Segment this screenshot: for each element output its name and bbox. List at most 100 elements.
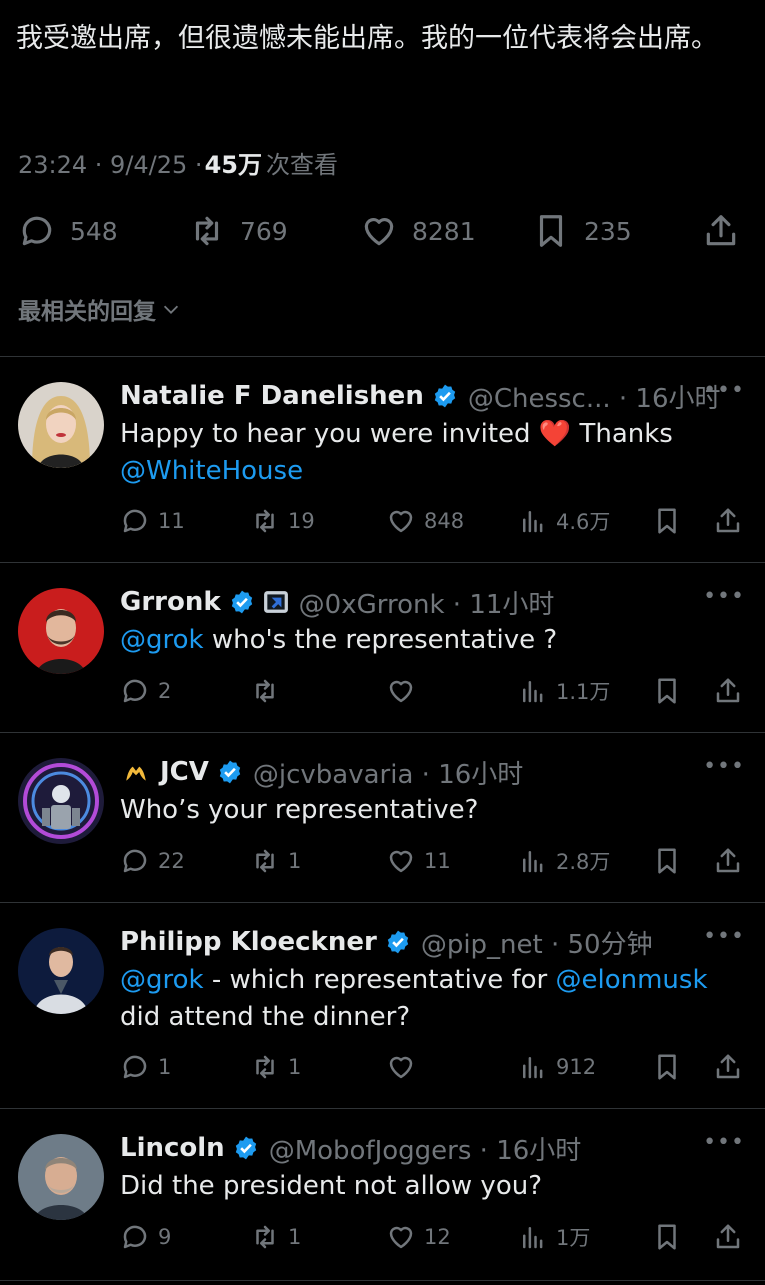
post-views-count: 45万: [204, 151, 262, 179]
bookmark-icon: [658, 508, 676, 534]
reply-button[interactable]: 11: [120, 504, 185, 538]
divider: [0, 1280, 765, 1281]
views-button[interactable]: 2.8万: [518, 844, 610, 878]
share-button[interactable]: [713, 1220, 743, 1254]
reply-author-name[interactable]: Grronk: [120, 587, 221, 617]
like-count: 11: [424, 849, 451, 873]
mention-link[interactable]: @WhiteHouse: [120, 456, 303, 486]
like-icon: [389, 1056, 413, 1079]
reply-button[interactable]: 9: [120, 1220, 171, 1254]
reply-icon: [123, 849, 147, 873]
avatar[interactable]: [18, 1134, 104, 1220]
mention-link[interactable]: @grok: [120, 625, 204, 655]
bookmark-icon: [658, 678, 676, 704]
divider: [0, 562, 765, 563]
more-icon[interactable]: •••: [703, 754, 745, 779]
post-views-label: 次查看: [265, 151, 338, 179]
affiliate-badge-icon: [263, 591, 288, 613]
like-button[interactable]: [386, 1050, 424, 1084]
reply-item[interactable]: Philipp Kloeckner @pip_net · 50分钟 ••• @g…: [0, 910, 765, 1108]
reply-sort-dropdown[interactable]: 最相关的回复: [18, 292, 182, 326]
reply-count: 9: [158, 1225, 172, 1249]
reply-item[interactable]: Grronk @0xGrronk · 11小时 ••• @grok who's …: [0, 570, 765, 732]
reply-action-bar: 2 1.1万: [0, 674, 765, 708]
reply-button[interactable]: 548: [18, 207, 118, 255]
like-button[interactable]: 8281: [360, 207, 476, 255]
chevron-down-icon: [163, 305, 179, 314]
repost-count: 1: [288, 1055, 302, 1079]
views-icon: [523, 1057, 543, 1079]
repost-button[interactable]: 769: [188, 207, 288, 255]
like-button[interactable]: 11: [386, 844, 451, 878]
like-button[interactable]: 12: [386, 1220, 451, 1254]
bookmark-button[interactable]: [652, 1050, 682, 1084]
more-icon[interactable]: •••: [703, 1130, 745, 1155]
repost-icon: [256, 509, 274, 533]
avatar[interactable]: [18, 758, 104, 844]
reply-button[interactable]: 22: [120, 844, 185, 878]
share-icon: [716, 848, 740, 873]
more-icon[interactable]: •••: [703, 378, 745, 403]
reply-item[interactable]: JCV @jcvbavaria · 16小时 ••• Who’s your re…: [0, 740, 765, 902]
reply-text: @grok - which representative for @elonmu…: [120, 962, 740, 1036]
reply-button[interactable]: 1: [120, 1050, 171, 1084]
share-button[interactable]: [713, 504, 743, 538]
bookmark-button[interactable]: [652, 844, 682, 878]
reply-author-name[interactable]: Natalie F Danelishen: [120, 381, 424, 411]
reply-author-name[interactable]: JCV: [160, 757, 209, 787]
reply-item[interactable]: Natalie F Danelishen @Chessc... · 16小时 •…: [0, 364, 765, 562]
repost-button[interactable]: 1: [250, 844, 301, 878]
reply-action-bar: 1 1 912: [0, 1050, 765, 1084]
reply-action-bar: 11 19 848 4.6万: [0, 504, 765, 538]
verified-icon: [235, 1136, 256, 1160]
share-icon: [716, 508, 740, 533]
divider: [0, 356, 765, 357]
views-button[interactable]: 1万: [518, 1220, 590, 1254]
like-button[interactable]: [386, 674, 424, 708]
avatar[interactable]: [18, 588, 104, 674]
like-icon: [389, 680, 413, 703]
reply-icon: [123, 1055, 147, 1079]
avatar[interactable]: [18, 928, 104, 1014]
repost-button[interactable]: 19: [250, 504, 315, 538]
more-icon[interactable]: •••: [703, 584, 745, 609]
like-icon: [389, 1226, 413, 1249]
reply-text-part: - which representative for: [203, 965, 556, 995]
share-button[interactable]: [713, 674, 743, 708]
reply-text: Did the president not allow you?: [120, 1171, 543, 1201]
bookmark-button[interactable]: [652, 504, 682, 538]
share-button[interactable]: [713, 844, 743, 878]
more-icon[interactable]: •••: [703, 924, 745, 949]
views-button[interactable]: 912: [518, 1050, 596, 1084]
heart-emoji: ❤️: [538, 419, 572, 449]
reply-icon: [22, 216, 52, 246]
repost-count: 769: [240, 216, 288, 246]
avatar[interactable]: [18, 382, 104, 468]
bookmark-button[interactable]: [652, 1220, 682, 1254]
views-button[interactable]: 1.1万: [518, 674, 610, 708]
reply-text-part: Happy to hear you were invited: [120, 419, 539, 449]
share-icon: [716, 1054, 740, 1079]
reply-author-name[interactable]: Lincoln: [120, 1133, 225, 1163]
reply-count: 548: [70, 216, 118, 246]
reply-author-name[interactable]: Philipp Kloeckner: [120, 927, 377, 957]
mention-link[interactable]: @grok: [120, 965, 204, 995]
like-count: 8281: [412, 216, 476, 246]
repost-button[interactable]: 1: [250, 1050, 301, 1084]
like-button[interactable]: 848: [386, 504, 464, 538]
mention-link[interactable]: @elonmusk: [555, 965, 707, 995]
repost-button[interactable]: 1: [250, 1220, 301, 1254]
reply-item[interactable]: Lincoln @MobofJoggers · 16小时 ••• Did the…: [0, 1116, 765, 1278]
bookmark-button[interactable]: 235: [532, 207, 632, 255]
share-button[interactable]: [713, 1050, 743, 1084]
reply-button[interactable]: 2: [120, 674, 171, 708]
post-text: 我受邀出席，但很遗憾未能出席。我的一位代表将会出席。: [16, 23, 718, 54]
reply-icon: [123, 679, 147, 703]
reply-icon: [123, 1225, 147, 1249]
bookmark-button[interactable]: [652, 674, 682, 708]
repost-button[interactable]: [250, 674, 288, 708]
divider: [0, 902, 765, 903]
bookmark-icon: [539, 215, 563, 247]
share-button[interactable]: [702, 207, 740, 255]
views-button[interactable]: 4.6万: [518, 504, 610, 538]
